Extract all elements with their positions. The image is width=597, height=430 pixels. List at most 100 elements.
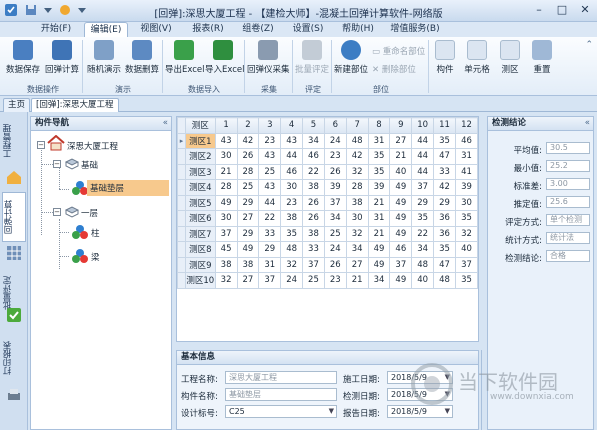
grid-cell[interactable]: 37 [411, 179, 435, 196]
grid-cell[interactable]: 30 [280, 179, 304, 196]
grid-cell[interactable]: 35 [411, 210, 435, 227]
grid-cell[interactable]: 34 [323, 210, 347, 227]
grid-cell[interactable]: 49 [214, 194, 238, 211]
row-header[interactable]: 测区5 [184, 194, 216, 211]
tab-report[interactable]: 报表(R) [186, 22, 230, 37]
grid-cell[interactable]: 47 [433, 148, 456, 165]
grid-cell[interactable]: 32 [345, 225, 369, 242]
grid-cell[interactable]: 34 [367, 272, 391, 289]
table-row[interactable]: 测区9 38 38 31 32 37 26 27 49 37 48 47 37 [177, 256, 478, 273]
vtab-project-manage[interactable]: 工程管理 [2, 118, 26, 164]
grid-cell[interactable]: 25 [258, 163, 282, 180]
grid-cell[interactable]: 24 [323, 132, 347, 149]
grid-cell[interactable]: 33 [302, 241, 325, 258]
tree-item-column[interactable]: 柱 [91, 227, 100, 239]
save-data-button[interactable]: 数据保存 [6, 40, 40, 80]
project-name-field[interactable]: 深思大厦工程 [225, 371, 337, 384]
grid-cell[interactable]: 37 [454, 256, 478, 273]
grid-cell[interactable]: 35 [454, 272, 478, 289]
grid-cell[interactable]: 34 [302, 132, 325, 149]
tab-view[interactable]: 视图(V) [134, 22, 178, 37]
grid-cell[interactable]: 22 [411, 225, 435, 242]
grid-cell[interactable]: 48 [433, 272, 456, 289]
grid-cell[interactable]: 25 [302, 272, 325, 289]
tab-help[interactable]: 帮助(H) [336, 22, 380, 37]
grid-cell[interactable]: 21 [389, 148, 413, 165]
grid-cell[interactable]: 38 [236, 256, 260, 273]
tab-edit[interactable]: 编辑(E) [84, 22, 128, 37]
table-row[interactable]: 测区4 28 25 43 30 38 39 28 39 49 37 42 39 [177, 179, 478, 196]
tab-volume[interactable]: 组卷(Z) [236, 22, 280, 37]
random-demo-button[interactable]: 随机演示 [86, 40, 122, 80]
grid-cell[interactable]: 44 [411, 132, 435, 149]
grid-cell[interactable]: 35 [367, 148, 391, 165]
row-header[interactable]: 测区9 [184, 256, 216, 273]
grid-cell[interactable]: 26 [302, 194, 325, 211]
grid-cell[interactable]: 38 [280, 210, 304, 227]
maximize-icon[interactable]: □ [551, 2, 573, 19]
grid-cell[interactable]: 31 [258, 256, 282, 273]
nav-collapse-icon[interactable]: « [163, 117, 168, 130]
table-row[interactable]: ▸ 测区1 43 42 23 43 34 24 48 31 27 44 35 46 [177, 132, 478, 149]
tab-project[interactable]: [回弹]:深思大厦工程 [31, 98, 119, 112]
grid-cell[interactable]: 49 [367, 241, 391, 258]
grid-cell[interactable]: 38 [345, 194, 369, 211]
grid-cell[interactable]: 43 [258, 148, 282, 165]
grid-cell[interactable]: 35 [280, 225, 304, 242]
grid-cell[interactable]: 49 [236, 241, 260, 258]
table-row[interactable]: 测区3 21 28 25 46 22 26 32 35 40 44 33 41 [177, 163, 478, 180]
grid-cell[interactable]: 49 [389, 210, 413, 227]
grid-cell[interactable]: 40 [454, 241, 478, 258]
grid-cell[interactable]: 27 [236, 272, 260, 289]
grid-cell[interactable]: 43 [258, 179, 282, 196]
tab-start[interactable]: 开始(F) [34, 22, 78, 37]
grid-cell[interactable]: 28 [214, 179, 238, 196]
grid-cell[interactable]: 46 [280, 163, 304, 180]
table-icon[interactable] [5, 244, 23, 262]
tree-floor-foundation[interactable]: 基础 [81, 159, 98, 171]
grid-cell[interactable]: 49 [389, 194, 413, 211]
grid-cell[interactable]: 26 [236, 148, 260, 165]
component-button[interactable]: 构件 [431, 40, 459, 80]
grid-cell[interactable]: 47 [433, 256, 456, 273]
grid-cell[interactable]: 43 [280, 132, 304, 149]
printer-icon[interactable] [5, 386, 23, 404]
row-header[interactable]: 测区10 [184, 272, 216, 289]
tree-item-foundation-cushion[interactable]: 基础垫层 [87, 180, 169, 196]
grid-cell[interactable]: 46 [302, 148, 325, 165]
grid-cell[interactable]: 41 [454, 163, 478, 180]
expand-toggle-icon[interactable]: − [53, 208, 61, 216]
grid-cell[interactable]: 32 [454, 225, 478, 242]
grid-cell[interactable]: 30 [454, 194, 478, 211]
grid-cell[interactable]: 23 [258, 132, 282, 149]
grid-cell[interactable]: 34 [345, 241, 369, 258]
row-header[interactable]: 测区2 [184, 148, 216, 165]
grid-cell[interactable]: 34 [411, 241, 435, 258]
table-row[interactable]: 测区7 37 29 33 35 38 25 32 21 49 22 36 32 [177, 225, 478, 242]
grid-cell[interactable]: 40 [411, 272, 435, 289]
tab-settings[interactable]: 设置(S) [286, 22, 330, 37]
grid-cell[interactable]: 23 [323, 148, 347, 165]
table-row[interactable]: 测区6 30 27 22 38 26 34 30 31 49 35 36 35 [177, 210, 478, 227]
grid-cell[interactable]: 29 [411, 194, 435, 211]
collector-button[interactable]: 回弹仪采集 [247, 40, 290, 80]
grid-cell[interactable]: 44 [411, 148, 435, 165]
minimize-icon[interactable]: – [528, 2, 550, 19]
grid-cell[interactable]: 27 [345, 256, 369, 273]
grid-cell[interactable]: 37 [302, 256, 325, 273]
rename-part-button[interactable]: ▭ 重命名部位 [372, 45, 425, 57]
grid-cell[interactable]: 29 [236, 194, 260, 211]
grid-cell[interactable]: 21 [214, 163, 238, 180]
grid-cell[interactable]: 39 [323, 179, 347, 196]
grid-cell[interactable]: 30 [345, 210, 369, 227]
grid-cell[interactable]: 25 [323, 225, 347, 242]
grid-cell[interactable]: 32 [214, 272, 238, 289]
grid-cell[interactable]: 30 [214, 210, 238, 227]
tab-home[interactable]: 主页 [3, 98, 31, 112]
close-icon[interactable]: ✕ [574, 2, 596, 19]
grid-cell[interactable]: 42 [433, 179, 456, 196]
grid-cell[interactable]: 27 [389, 132, 413, 149]
grid-cell[interactable]: 32 [280, 256, 304, 273]
grid-cell[interactable]: 44 [411, 163, 435, 180]
grid-cell[interactable]: 31 [367, 132, 391, 149]
